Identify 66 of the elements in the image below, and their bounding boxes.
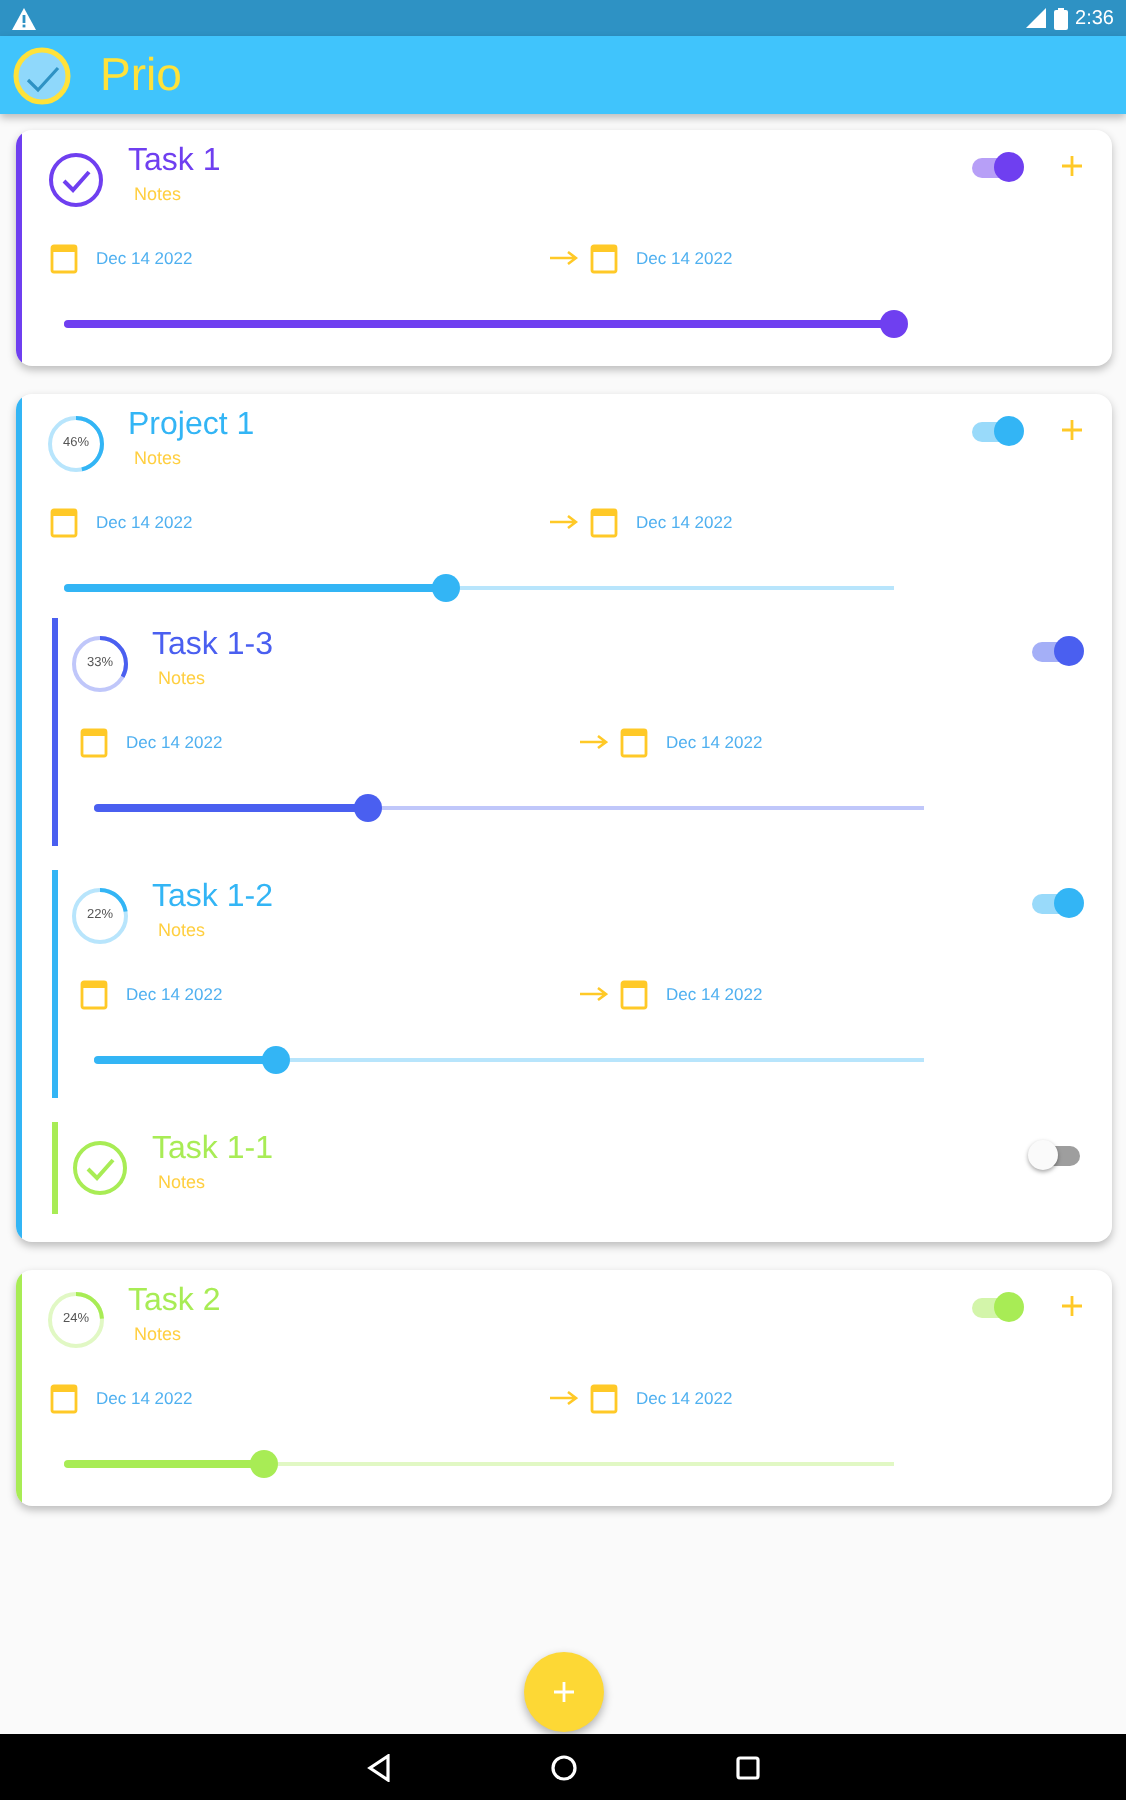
progress-ring	[46, 1290, 106, 1350]
battery-icon	[1053, 7, 1068, 29]
item-notes: Notes	[158, 666, 208, 690]
warning-icon	[12, 7, 36, 29]
toggle-switch[interactable]	[1028, 1138, 1084, 1174]
add-button[interactable]	[1060, 154, 1084, 178]
add-fab[interactable]	[524, 1652, 604, 1732]
item-notes: Notes	[134, 1322, 184, 1346]
plus-icon	[552, 1680, 576, 1704]
item-notes: Notes	[158, 1170, 208, 1194]
end-date: Dec 14 2022	[636, 509, 733, 535]
calendar-icon	[590, 242, 618, 274]
calendar-icon	[620, 726, 648, 758]
item-title: Task 1-1	[152, 1130, 275, 1170]
toggle-switch[interactable]	[1028, 886, 1084, 922]
start-date: Dec 14 2022	[126, 729, 223, 755]
calendar-icon	[590, 506, 618, 538]
progress-ring	[70, 886, 130, 946]
app-title: Prio	[100, 46, 182, 105]
item-title: Task 2	[128, 1282, 223, 1322]
toggle-switch[interactable]	[1028, 634, 1084, 670]
back-icon[interactable]	[365, 1753, 393, 1781]
calendar-icon	[80, 726, 108, 758]
item-title: Task 1	[128, 142, 223, 182]
calendar-icon	[80, 978, 108, 1010]
check-circle-icon	[46, 150, 106, 210]
add-button[interactable]	[1060, 418, 1084, 442]
start-date: Dec 14 2022	[96, 509, 193, 535]
item-title: Project 1	[128, 406, 257, 446]
plus-icon	[1060, 418, 1084, 442]
arrow-icon	[550, 1390, 578, 1406]
end-date: Dec 14 2022	[636, 245, 733, 271]
calendar-icon	[50, 1382, 78, 1414]
item-title: Task 1-3	[152, 626, 275, 666]
end-date: Dec 14 2022	[666, 981, 763, 1007]
calendar-icon	[50, 242, 78, 274]
end-date: Dec 14 2022	[666, 729, 763, 755]
calendar-icon	[590, 1382, 618, 1414]
plus-icon	[1060, 1294, 1084, 1318]
recents-icon[interactable]	[733, 1753, 761, 1781]
progress-ring	[46, 414, 106, 474]
toggle-switch[interactable]	[968, 150, 1024, 186]
start-date: Dec 14 2022	[126, 981, 223, 1007]
check-circle-icon	[70, 1138, 130, 1198]
app-logo-icon	[12, 45, 72, 105]
start-date: Dec 14 2022	[96, 1385, 193, 1411]
item-notes: Notes	[134, 182, 184, 206]
add-button[interactable]	[1060, 1294, 1084, 1318]
end-date: Dec 14 2022	[636, 1385, 733, 1411]
calendar-icon	[50, 506, 78, 538]
arrow-icon	[580, 734, 608, 750]
arrow-icon	[550, 514, 578, 530]
toggle-switch[interactable]	[968, 414, 1024, 450]
plus-icon	[1060, 154, 1084, 178]
start-date: Dec 14 2022	[96, 245, 193, 271]
home-icon[interactable]	[549, 1753, 577, 1781]
status-time: 2:36	[1075, 5, 1114, 33]
item-notes: Notes	[134, 446, 184, 470]
arrow-icon	[580, 986, 608, 1002]
item-title: Task 1-2	[152, 878, 275, 918]
toggle-switch[interactable]	[968, 1290, 1024, 1326]
item-notes: Notes	[158, 918, 208, 942]
calendar-icon	[620, 978, 648, 1010]
arrow-icon	[550, 250, 578, 266]
progress-ring	[70, 634, 130, 694]
signal-icon	[1025, 8, 1046, 28]
